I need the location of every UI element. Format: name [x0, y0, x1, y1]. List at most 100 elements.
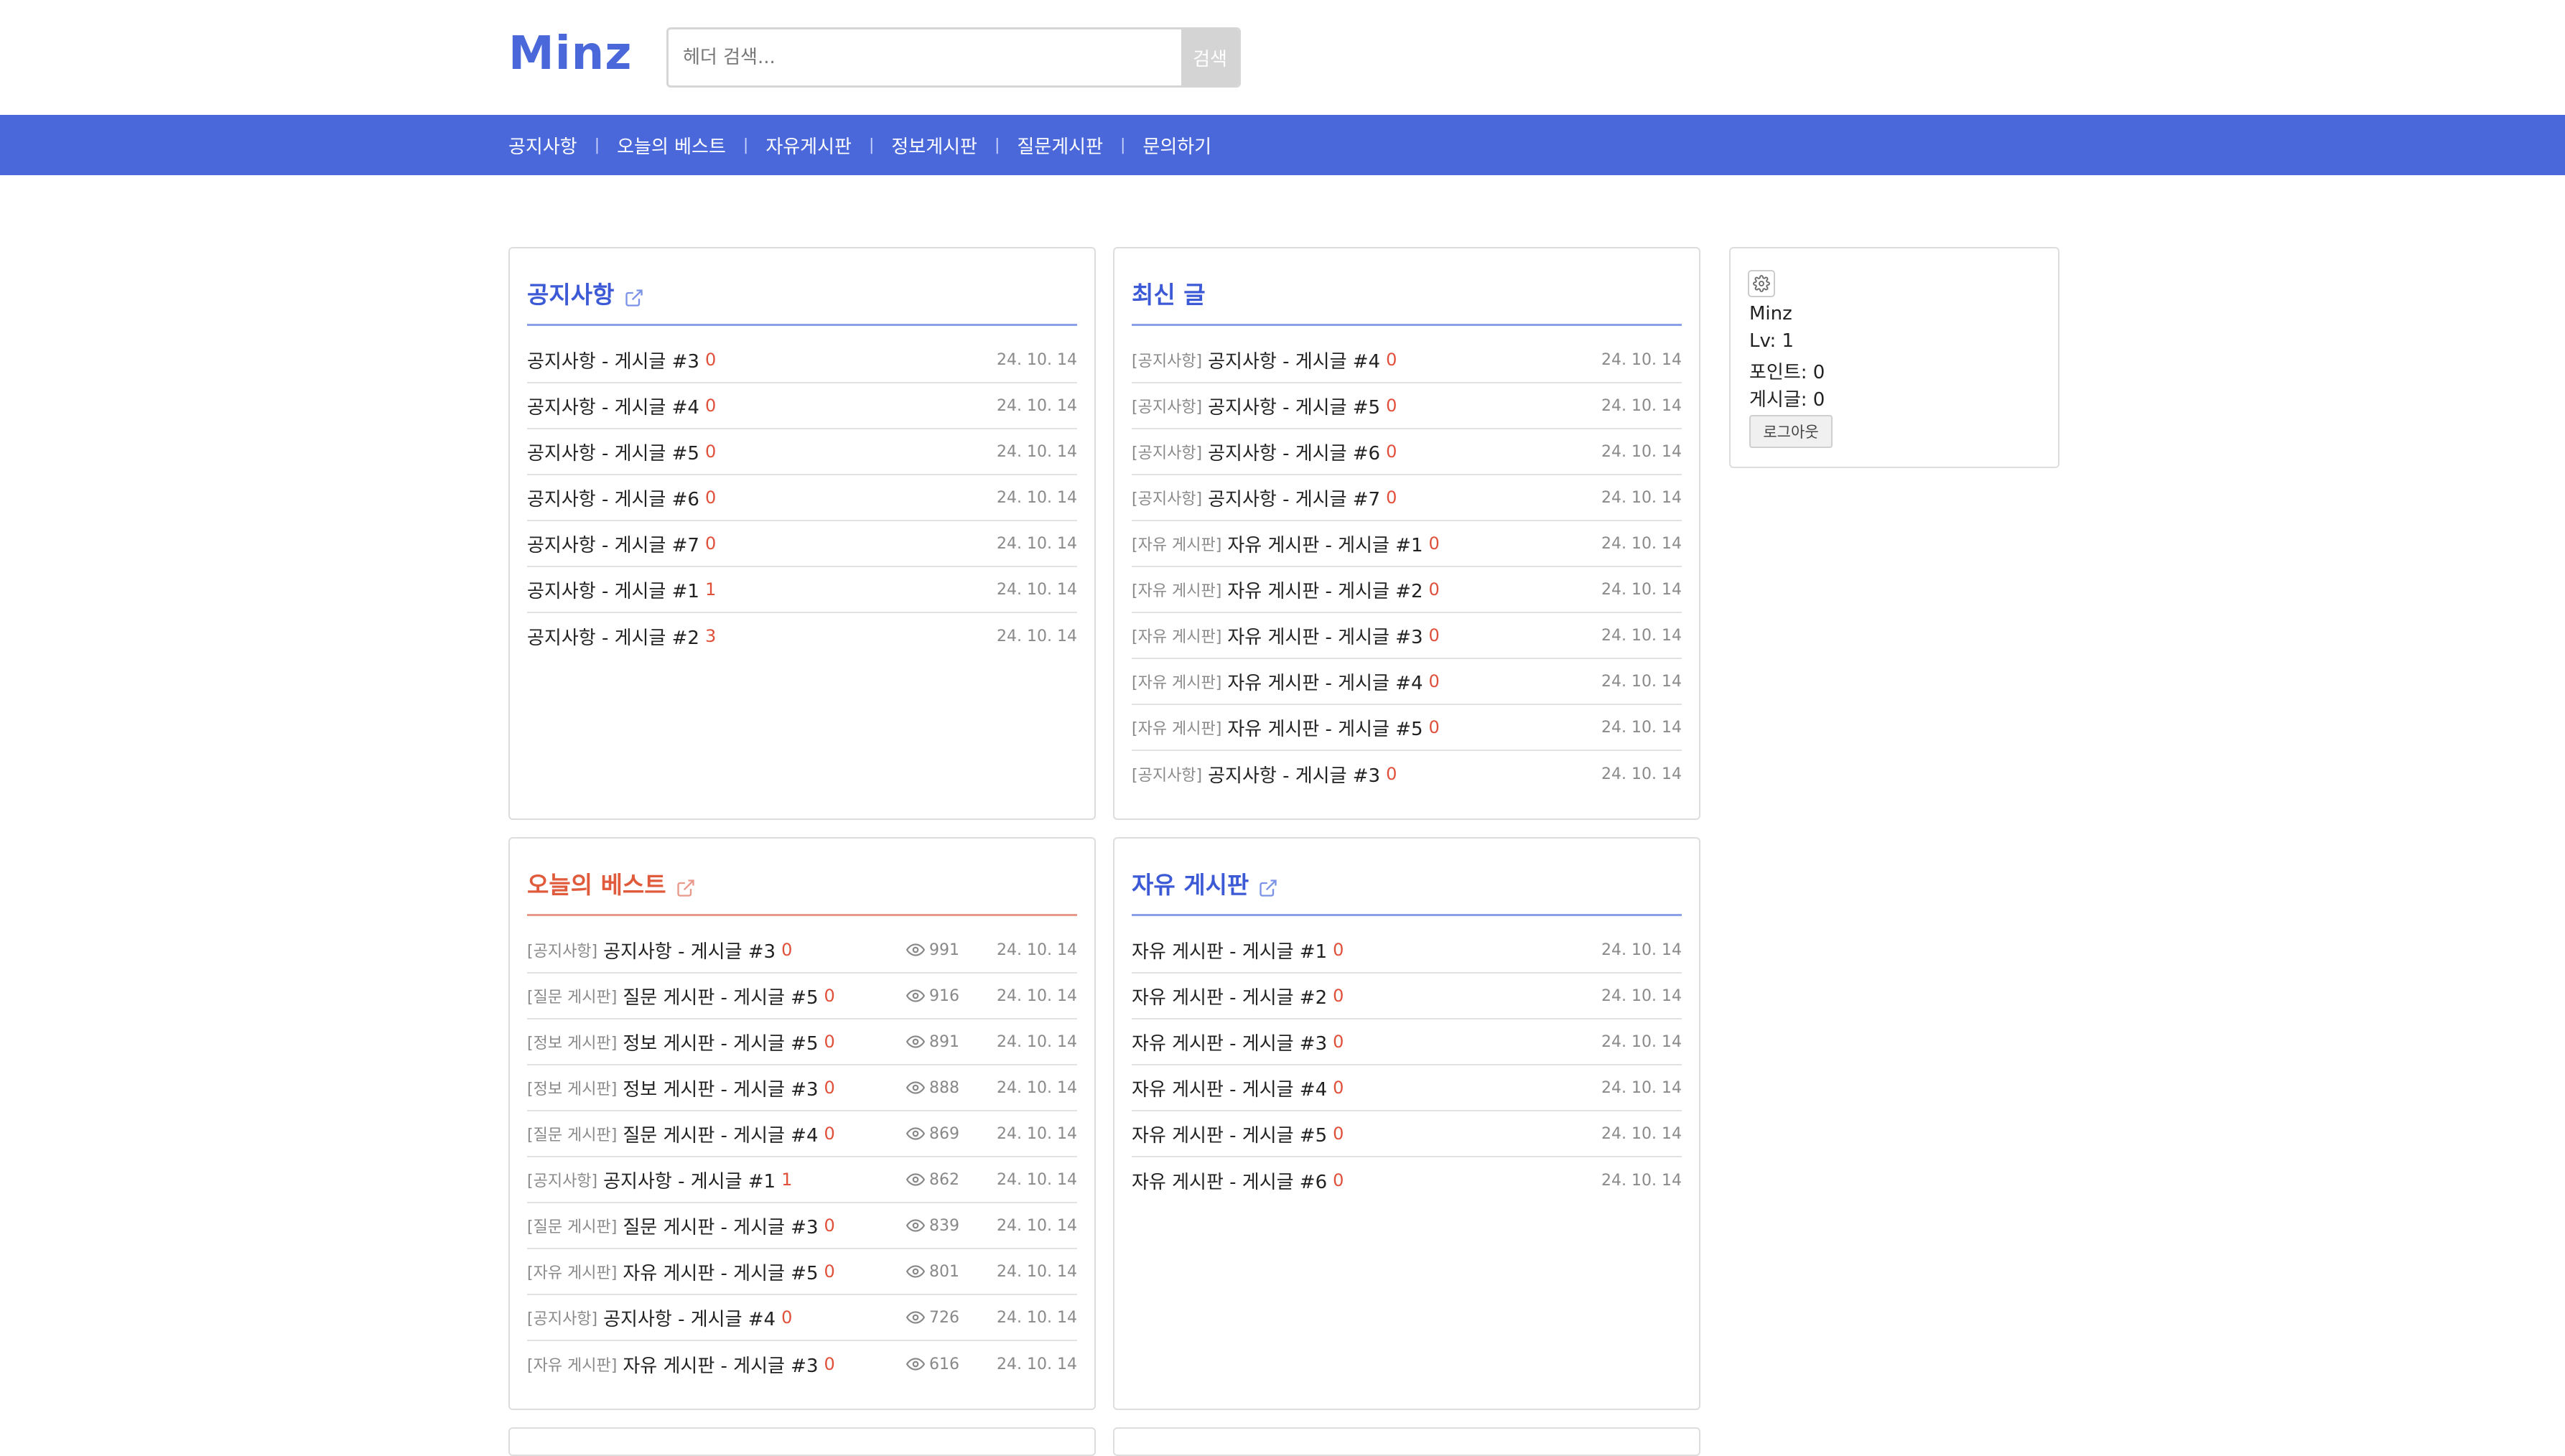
list-item[interactable]: [질문 게시판] 질문 게시판 - 게시글 #5 0 916 24. 10. 14	[527, 974, 1077, 1019]
post-date: 24. 10. 14	[1601, 442, 1682, 461]
board-tag: [질문 게시판]	[527, 1218, 618, 1236]
list-item[interactable]: [공지사항] 공지사항 - 게시글 #3 0 24. 10. 14	[1132, 751, 1682, 797]
list-item[interactable]: [정보 게시판] 정보 게시판 - 게시글 #5 0 891 24. 10. 14	[527, 1019, 1077, 1065]
list-item[interactable]: [자유 게시판] 자유 게시판 - 게시글 #4 0 24. 10. 14	[1132, 659, 1682, 705]
recent-card-title: 최신 글	[1132, 281, 1206, 309]
board-tag: [공지사항]	[1132, 353, 1203, 370]
comment-count: 3	[704, 626, 717, 646]
comment-count: 1	[781, 1170, 793, 1190]
list-item[interactable]: 자유 게시판 - 게시글 #5 0 24. 10. 14	[1132, 1111, 1682, 1157]
list-item[interactable]: 자유 게시판 - 게시글 #2 0 24. 10. 14	[1132, 974, 1682, 1019]
list-item[interactable]: [공지사항] 공지사항 - 게시글 #4 0 24. 10. 14	[1132, 337, 1682, 383]
nav-separator: |	[742, 136, 749, 154]
post-date: 24. 10. 14	[1601, 534, 1682, 553]
comment-count: 0	[1428, 579, 1440, 599]
external-link-icon[interactable]	[624, 288, 644, 308]
comment-count: 0	[1386, 396, 1397, 416]
post-date: 24. 10. 14	[997, 580, 1077, 599]
comment-count: 0	[824, 1215, 835, 1236]
list-item[interactable]: 공지사항 - 게시글 #5 0 24. 10. 14	[527, 429, 1077, 475]
list-item[interactable]: 공지사항 - 게시글 #3 0 24. 10. 14	[527, 337, 1077, 383]
view-count: 916	[929, 986, 960, 1005]
nav-item-free-board[interactable]: 자유게시판	[765, 132, 852, 159]
external-link-icon[interactable]	[676, 878, 696, 898]
list-item[interactable]: 공지사항 - 게시글 #7 0 24. 10. 14	[527, 521, 1077, 567]
list-item[interactable]: 자유 게시판 - 게시글 #3 0 24. 10. 14	[1132, 1019, 1682, 1065]
nav-item-today-best[interactable]: 오늘의 베스트	[617, 132, 726, 159]
svg-text:Minz: Minz	[508, 32, 632, 75]
list-item[interactable]: 공지사항 - 게시글 #6 0 24. 10. 14	[527, 475, 1077, 521]
comment-count: 0	[1386, 350, 1397, 370]
view-count: 839	[929, 1216, 960, 1235]
comment-count: 0	[824, 986, 835, 1006]
view-count: 991	[929, 941, 960, 959]
card-partial	[1113, 1427, 1700, 1456]
user-post-count: 게시글: 0	[1749, 389, 1825, 411]
list-item[interactable]: [자유 게시판] 자유 게시판 - 게시글 #3 0 24. 10. 14	[1132, 613, 1682, 659]
external-link-icon[interactable]	[1258, 878, 1278, 898]
post-date: 24. 10. 14	[1601, 626, 1682, 645]
list-item[interactable]: [공지사항] 공지사항 - 게시글 #5 0 24. 10. 14	[1132, 383, 1682, 429]
board-tag: [자유 게시판]	[527, 1357, 618, 1375]
list-item[interactable]: [질문 게시판] 질문 게시판 - 게시글 #3 0 839 24. 10. 14	[527, 1203, 1077, 1249]
list-item[interactable]: 공지사항 - 게시글 #2 3 24. 10. 14	[527, 613, 1077, 659]
card-partial	[508, 1427, 1096, 1456]
list-item[interactable]: [공지사항] 공지사항 - 게시글 #1 1 862 24. 10. 14	[527, 1157, 1077, 1203]
list-item[interactable]: [공지사항] 공지사항 - 게시글 #3 0 991 24. 10. 14	[527, 928, 1077, 974]
search-input[interactable]	[669, 29, 1181, 85]
view-count: 862	[929, 1170, 960, 1189]
eye-icon	[906, 1358, 926, 1371]
list-item[interactable]: 자유 게시판 - 게시글 #1 0 24. 10. 14	[1132, 928, 1682, 974]
list-item[interactable]: [질문 게시판] 질문 게시판 - 게시글 #4 0 869 24. 10. 14	[527, 1111, 1077, 1157]
nav-item-info-board[interactable]: 정보게시판	[891, 132, 977, 159]
board-tag: [공지사항]	[527, 1310, 598, 1328]
list-item[interactable]: [자유 게시판] 자유 게시판 - 게시글 #3 0 616 24. 10. 14	[527, 1341, 1077, 1387]
free-board-card-title[interactable]: 자유 게시판	[1132, 867, 1249, 903]
list-item[interactable]: [자유 게시판] 자유 게시판 - 게시글 #5 0 24. 10. 14	[1132, 705, 1682, 751]
post-date: 24. 10. 14	[997, 396, 1077, 415]
post-date: 24. 10. 14	[997, 534, 1077, 553]
list-item[interactable]: [자유 게시판] 자유 게시판 - 게시글 #5 0 801 24. 10. 14	[527, 1249, 1077, 1295]
view-count: 616	[929, 1355, 960, 1373]
comment-count: 0	[1386, 764, 1397, 784]
comment-count: 0	[704, 533, 717, 554]
logout-button[interactable]: 로그아웃	[1749, 415, 1833, 448]
site-header: Minz 검색	[0, 0, 2565, 115]
comment-count: 0	[1333, 1170, 1344, 1190]
nav-item-notice[interactable]: 공지사항	[508, 132, 577, 159]
board-tag: [공지사항]	[527, 1172, 598, 1190]
comment-count: 0	[704, 350, 717, 370]
list-item[interactable]: 공지사항 - 게시글 #1 1 24. 10. 14	[527, 567, 1077, 613]
comment-count: 0	[781, 940, 793, 960]
post-date: 24. 10. 14	[997, 350, 1077, 369]
nav-item-contact[interactable]: 문의하기	[1142, 132, 1211, 159]
board-tag: [공지사항]	[527, 943, 598, 961]
list-item[interactable]: [공지사항] 공지사항 - 게시글 #7 0 24. 10. 14	[1132, 475, 1682, 521]
list-item[interactable]: 공지사항 - 게시글 #4 0 24. 10. 14	[527, 383, 1077, 429]
eye-icon	[906, 1219, 926, 1232]
post-date: 24. 10. 14	[997, 1308, 1077, 1327]
list-item[interactable]: [공지사항] 공지사항 - 게시글 #6 0 24. 10. 14	[1132, 429, 1682, 475]
list-item[interactable]: 자유 게시판 - 게시글 #6 0 24. 10. 14	[1132, 1157, 1682, 1203]
free-board-list: 자유 게시판 - 게시글 #1 0 24. 10. 14 자유 게시판 - 게시글 …	[1132, 928, 1682, 1203]
list-item[interactable]: 자유 게시판 - 게시글 #4 0 24. 10. 14	[1132, 1065, 1682, 1111]
list-item[interactable]: [공지사항] 공지사항 - 게시글 #4 0 726 24. 10. 14	[527, 1295, 1077, 1341]
list-item[interactable]: [자유 게시판] 자유 게시판 - 게시글 #2 0 24. 10. 14	[1132, 567, 1682, 613]
best-card-title[interactable]: 오늘의 베스트	[527, 867, 666, 903]
post-date: 24. 10. 14	[1601, 1032, 1682, 1051]
list-item[interactable]: [자유 게시판] 자유 게시판 - 게시글 #1 0 24. 10. 14	[1132, 521, 1682, 567]
settings-button[interactable]	[1748, 270, 1775, 297]
comment-count: 0	[1386, 487, 1397, 508]
nav-item-question-board[interactable]: 질문게시판	[1017, 132, 1103, 159]
list-item[interactable]: [정보 게시판] 정보 게시판 - 게시글 #3 0 888 24. 10. 14	[527, 1065, 1077, 1111]
site-logo[interactable]: Minz	[508, 32, 641, 75]
post-date: 24. 10. 14	[1601, 765, 1682, 783]
post-date: 24. 10. 14	[997, 1170, 1077, 1189]
board-tag: [자유 게시판]	[1132, 720, 1222, 738]
notice-card-title[interactable]: 공지사항	[527, 277, 614, 313]
nav-separator: |	[1120, 136, 1126, 154]
eye-icon	[906, 1081, 926, 1094]
search-button[interactable]: 검색	[1181, 29, 1239, 85]
comment-count: 0	[824, 1124, 835, 1144]
comment-count: 0	[824, 1261, 835, 1282]
